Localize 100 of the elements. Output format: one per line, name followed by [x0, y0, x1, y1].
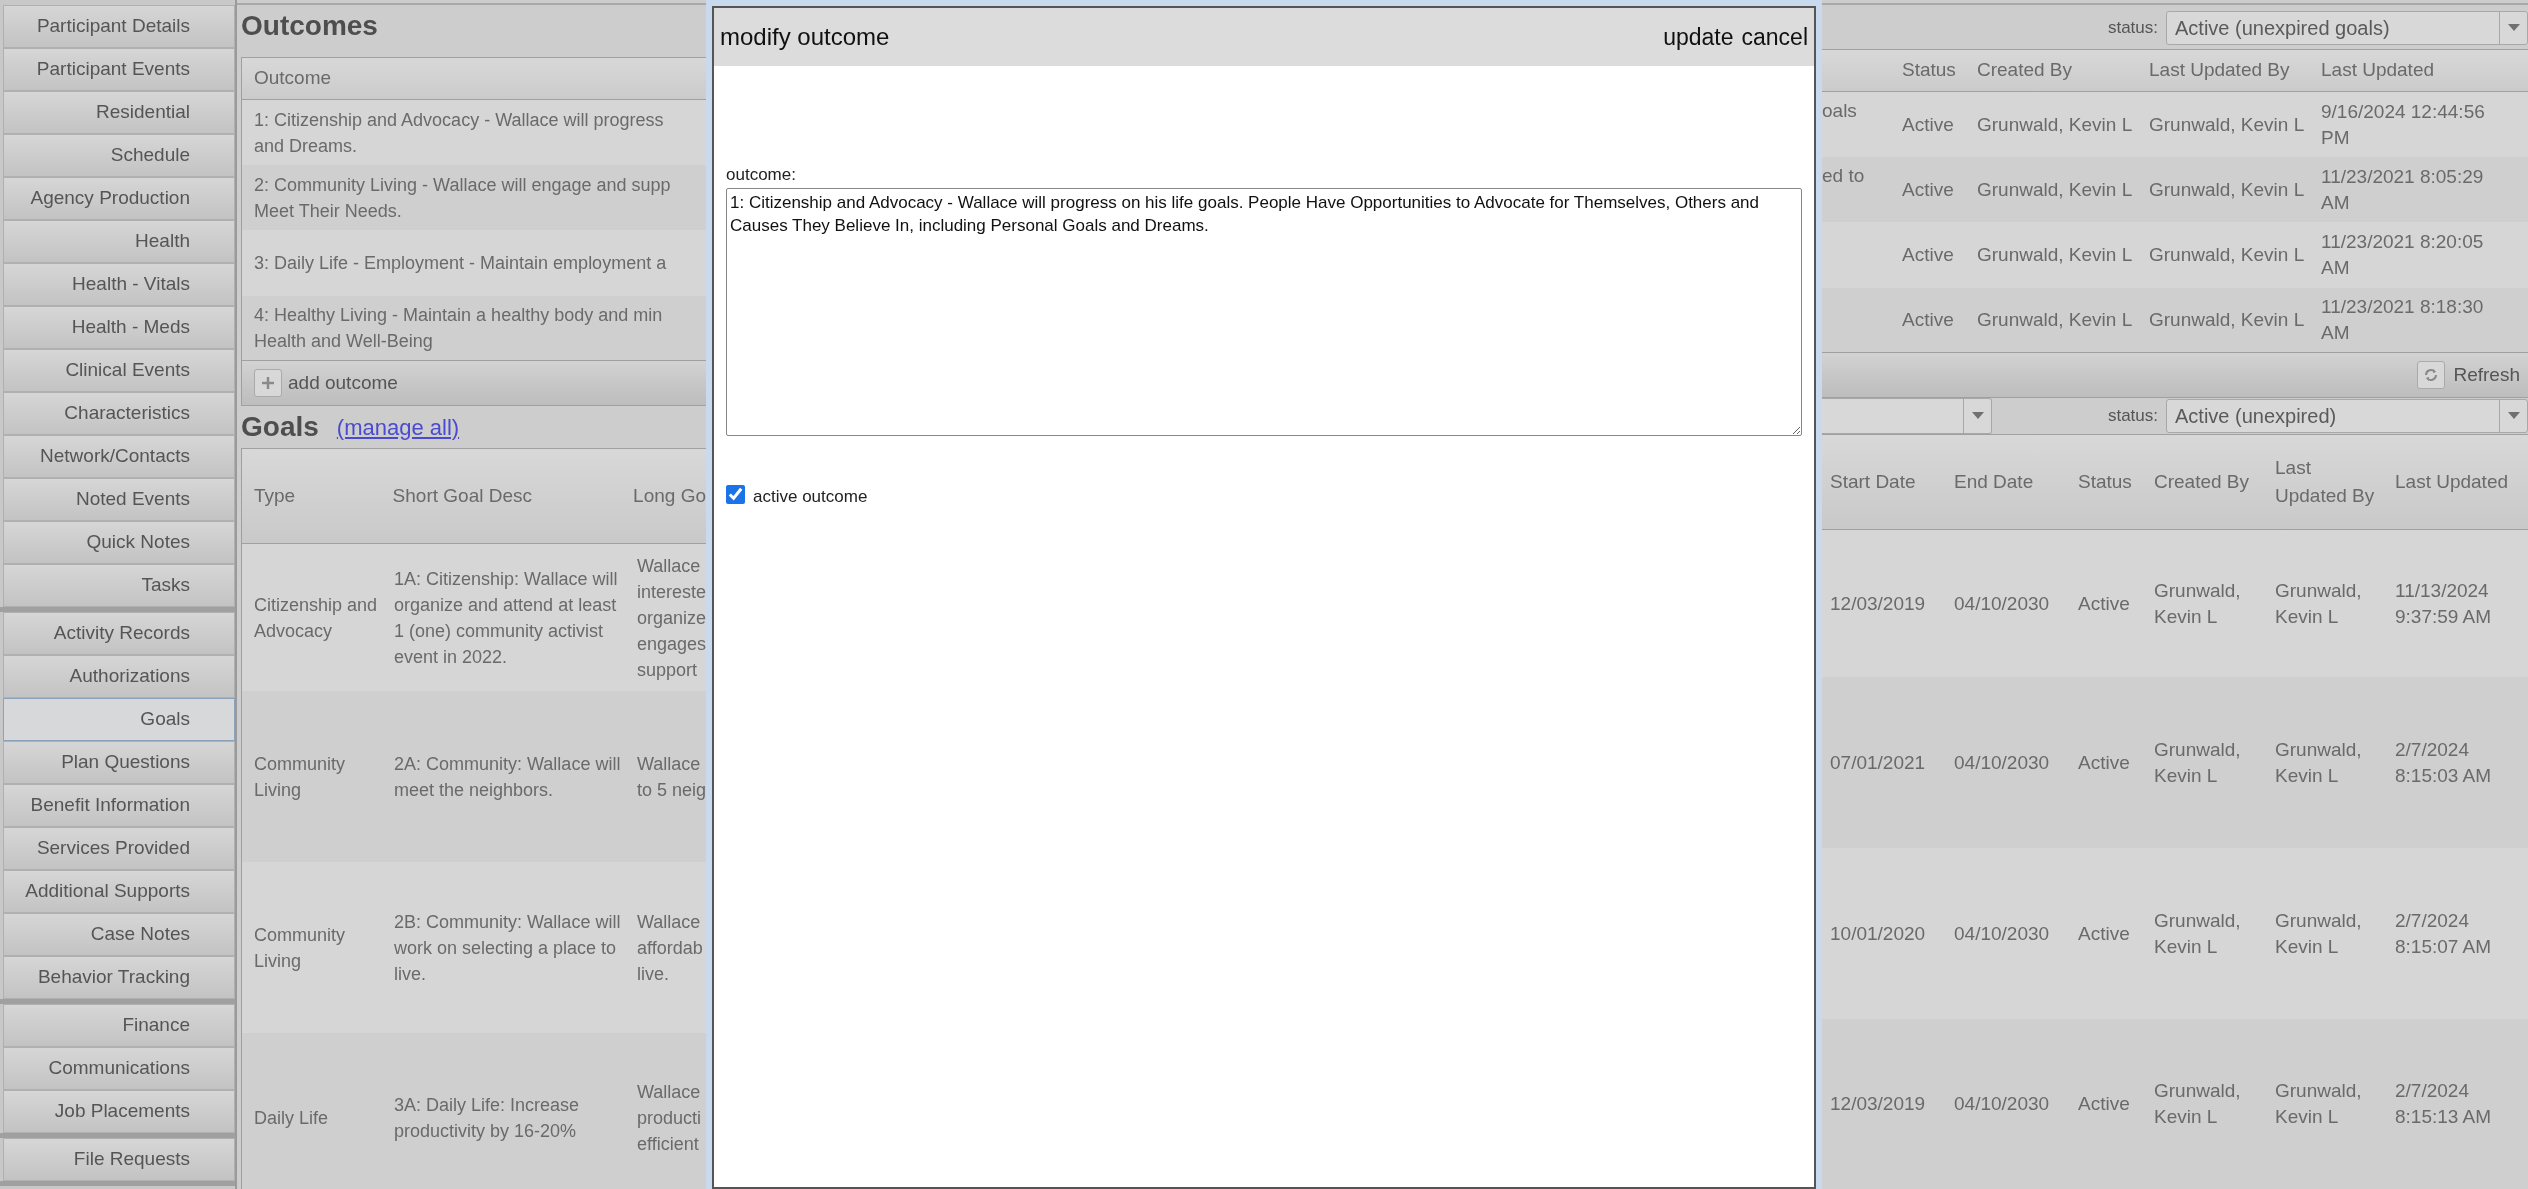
- section-title: Goals: [241, 410, 319, 444]
- sidebar-item[interactable]: Job Placements: [3, 1090, 235, 1133]
- table-cell-text: Wallace intereste organize engages support: [636, 554, 706, 682]
- status-dropdown[interactable]: Active (unexpired): [2166, 399, 2528, 433]
- status-label: status:: [2107, 405, 2158, 428]
- table-cell: 04/10/2030: [1954, 592, 2050, 614]
- input-field[interactable]: 1: Citizenship and Advocacy - Wallace will progress on his life goals. People Have Opportunities to Advocate for Themselves, Others and Causes They Believe In, including Personal Goals and Dreams.: [726, 187, 1802, 436]
- table-cell: 2/7/2024 8:15:07 AM: [2395, 909, 2492, 957]
- table-cell: Active: [2078, 592, 2130, 614]
- table-cell: 11/23/2021 8:20:05 AM: [2321, 231, 2484, 278]
- table-cell: Grunwald, Kevin L: [1977, 309, 2133, 330]
- sidebar-item[interactable]: Health: [3, 220, 235, 263]
- table-cell: oals: [1822, 100, 1857, 121]
- sidebar-item[interactable]: Activity Records: [3, 612, 235, 655]
- sidebar-item[interactable]: Residential: [3, 91, 235, 134]
- sidebar-item[interactable]: Participant Events: [3, 48, 235, 91]
- table-cell: Grunwald, Kevin L: [2275, 1080, 2362, 1127]
- column-header: Status: [2078, 470, 2132, 492]
- table-cell: 2A: Community: Wallace will meet the neighbors.: [394, 753, 621, 800]
- table-cell: Active: [2078, 1093, 2130, 1114]
- column-header: Status: [1902, 59, 1956, 81]
- status-label: status:: [2107, 17, 2158, 40]
- table-cell: Grunwald, Kevin L: [2275, 579, 2362, 627]
- sidebar-item[interactable]: Goals: [3, 698, 235, 741]
- table-cell: Daily Life: [254, 1108, 329, 1128]
- table-cell-text: 4: Healthy Living - Maintain a healthy body and min Health and Well-Being: [254, 304, 663, 353]
- caret-icon: [1971, 412, 1984, 420]
- table-cell-text: Wallace producti efficient: [636, 1081, 702, 1156]
- table-cell: Active: [2078, 922, 2130, 944]
- table-cell: 11/23/2021 8:18:30 AM: [2321, 296, 2484, 343]
- table-cell: 2/7/2024 8:15:03 AM: [2395, 738, 2492, 786]
- sidebar-item[interactable]: Authorizations: [3, 655, 235, 698]
- table-cell: 9/16/2024 12:44:56 PM: [2321, 100, 2485, 148]
- sidebar-item[interactable]: Behavior Tracking: [3, 956, 235, 999]
- table-cell-text: 3: Daily Life - Employment - Maintain employment a: [254, 252, 667, 275]
- table-cell: 07/01/2021: [1830, 751, 1926, 773]
- column-header: Last Updated By: [2275, 456, 2375, 506]
- table-cell: 04/10/2030: [1954, 1093, 2050, 1114]
- sidebar-item[interactable]: Schedule: [3, 134, 235, 177]
- status-dropdown[interactable]: Active (unexpired goals): [2166, 11, 2528, 45]
- table-cell: 11/23/2021 8:05:29 AM: [2321, 165, 2484, 213]
- sidebar-item[interactable]: Tasks: [3, 564, 235, 607]
- table-cell: Grunwald, Kevin L: [2275, 738, 2362, 786]
- column-header: Short Goal Desc: [391, 483, 533, 508]
- table-cell: Citizenship and Advocacy: [254, 594, 378, 641]
- table-cell: Active: [1902, 244, 1954, 265]
- table-cell: 2B: Community: Wallace will work on selecting a place to live.: [394, 911, 621, 984]
- table-cell: 10/01/2020: [1830, 922, 1926, 944]
- table-cell: Active: [1902, 309, 1954, 330]
- table-cell: Grunwald, Kevin L: [1977, 178, 2133, 200]
- sidebar-item[interactable]: Health - Vitals: [3, 263, 235, 306]
- table-cell: Grunwald, Kevin L: [2275, 909, 2362, 957]
- caret-icon: [2507, 412, 2520, 420]
- sidebar-item[interactable]: Noted Events: [3, 478, 235, 521]
- section-title: Outcomes: [241, 9, 378, 43]
- column-header: Last Updated: [2395, 470, 2509, 492]
- modal-action-button[interactable]: cancel: [1741, 19, 1808, 55]
- sidebar-item[interactable]: Health - Meds: [3, 306, 235, 349]
- table-cell: Grunwald, Kevin L: [1977, 113, 2133, 135]
- sidebar-item[interactable]: Participant Details: [3, 5, 235, 48]
- table-cell: Grunwald, Kevin L: [2154, 909, 2241, 957]
- table-cell: Grunwald, Kevin L: [2154, 579, 2241, 627]
- sidebar-item[interactable]: Plan Questions: [3, 741, 235, 784]
- sidebar-item[interactable]: Services Provided: [3, 827, 235, 870]
- table-cell: 12/03/2019: [1830, 1093, 1926, 1114]
- sidebar-item[interactable]: Finance: [3, 1004, 235, 1047]
- manage-all-link[interactable]: (manage all): [336, 410, 460, 444]
- column-header: Start Date: [1830, 470, 1916, 492]
- sidebar-item[interactable]: Network/Contacts: [3, 435, 235, 478]
- table-cell-text: Wallace affordab live.: [636, 910, 703, 986]
- modal-action-button[interactable]: update: [1663, 19, 1734, 55]
- sidebar-item[interactable]: Benefit Information: [3, 784, 235, 827]
- table-cell: 2/7/2024 8:15:13 AM: [2395, 1080, 2492, 1127]
- table-cell-text: 1: Citizenship and Advocacy - Wallace will progress and Dreams.: [254, 108, 664, 158]
- refresh-icon: [2423, 367, 2440, 383]
- table-cell: 11/13/2024 9:37:59 AM: [2395, 579, 2492, 627]
- sidebar-item[interactable]: Case Notes: [3, 913, 235, 956]
- sidebar-item[interactable]: Characteristics: [3, 392, 235, 435]
- column-header: Outcome: [254, 66, 332, 91]
- table-cell: Community Living: [254, 753, 346, 800]
- sidebar-item[interactable]: Communications: [3, 1047, 235, 1090]
- column-header: Created By: [1977, 59, 2073, 81]
- refresh-button[interactable]: Refresh: [2417, 360, 2520, 390]
- sidebar-item[interactable]: Additional Supports: [3, 870, 235, 913]
- column-header: Last Updated: [2321, 59, 2435, 81]
- sidebar-item[interactable]: Agency Production: [3, 177, 235, 220]
- table-cell: Grunwald, Kevin L: [2149, 113, 2305, 135]
- table-cell: Active: [1902, 113, 1954, 135]
- sidebar-item[interactable]: Quick Notes: [3, 521, 235, 564]
- table-cell-text: Wallace to 5 neig: [636, 752, 706, 802]
- sidebar-item[interactable]: Clinical Events: [3, 349, 235, 392]
- sidebar-item[interactable]: File Requests: [3, 1138, 235, 1181]
- checkbox-label: active outcome: [753, 485, 868, 508]
- table-cell: Active: [2078, 751, 2130, 773]
- table-cell: Grunwald, Kevin L: [2154, 1080, 2241, 1127]
- column-header: Long Go: [632, 483, 706, 508]
- table-cell: Active: [1902, 178, 1954, 200]
- active-outcome-checkbox[interactable]: [726, 484, 745, 504]
- table-cell: 12/03/2019: [1830, 592, 1926, 614]
- table-cell: 04/10/2030: [1954, 922, 2050, 944]
